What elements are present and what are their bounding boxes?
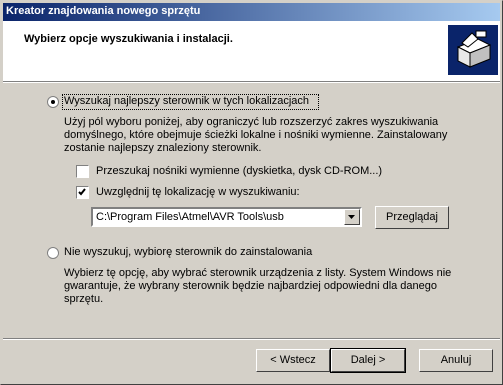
radio-manual-label[interactable]: Nie wyszukuj, wybiorę sterownik do zains…: [64, 246, 312, 258]
checkbox-removable-media[interactable]: [76, 165, 89, 178]
footer-separator: [3, 338, 500, 340]
include-location-label[interactable]: Uwzględnij tę lokalizację w wyszukiwaniu…: [96, 186, 300, 198]
combobox-dropdown-button[interactable]: [344, 209, 360, 225]
radio-search-label[interactable]: Wyszukaj najlepszy sterownik w tych loka…: [64, 95, 309, 107]
wizard-box-icon: [448, 25, 498, 75]
cancel-button[interactable]: Anuluj: [419, 349, 493, 372]
path-combobox[interactable]: C:\Program Files\Atmel\AVR Tools\usb: [91, 207, 362, 227]
checkmark-icon: [78, 188, 86, 196]
chevron-down-icon: [348, 215, 355, 219]
browse-button[interactable]: Przeglądaj: [375, 206, 449, 229]
radio-search[interactable]: [47, 96, 59, 108]
header-separator: [3, 81, 500, 83]
title-bar[interactable]: Kreator znajdowania nowego sprzętu: [3, 3, 500, 21]
radio-manual[interactable]: [47, 247, 59, 259]
window-title: Kreator znajdowania nowego sprzętu: [6, 5, 201, 17]
removable-media-label[interactable]: Przeszukaj nośniki wymienne (dyskietka, …: [96, 165, 382, 177]
search-description: Użyj pól wyboru poniżej, aby ograniczyć …: [64, 116, 448, 154]
page-title: Wybierz opcje wyszukiwania i instalacji.: [24, 33, 233, 45]
back-button[interactable]: < Wstecz: [256, 349, 330, 372]
checkbox-include-location[interactable]: [76, 186, 89, 199]
wizard-window: Kreator znajdowania nowego sprzętu Wybie…: [0, 0, 503, 385]
next-button[interactable]: Dalej >: [330, 348, 406, 373]
path-value[interactable]: C:\Program Files\Atmel\AVR Tools\usb: [96, 211, 284, 223]
wizard-header: Wybierz opcje wyszukiwania i instalacji.: [3, 21, 500, 81]
manual-description: Wybierz tę opcję, aby wybrać sterownik u…: [64, 267, 452, 305]
